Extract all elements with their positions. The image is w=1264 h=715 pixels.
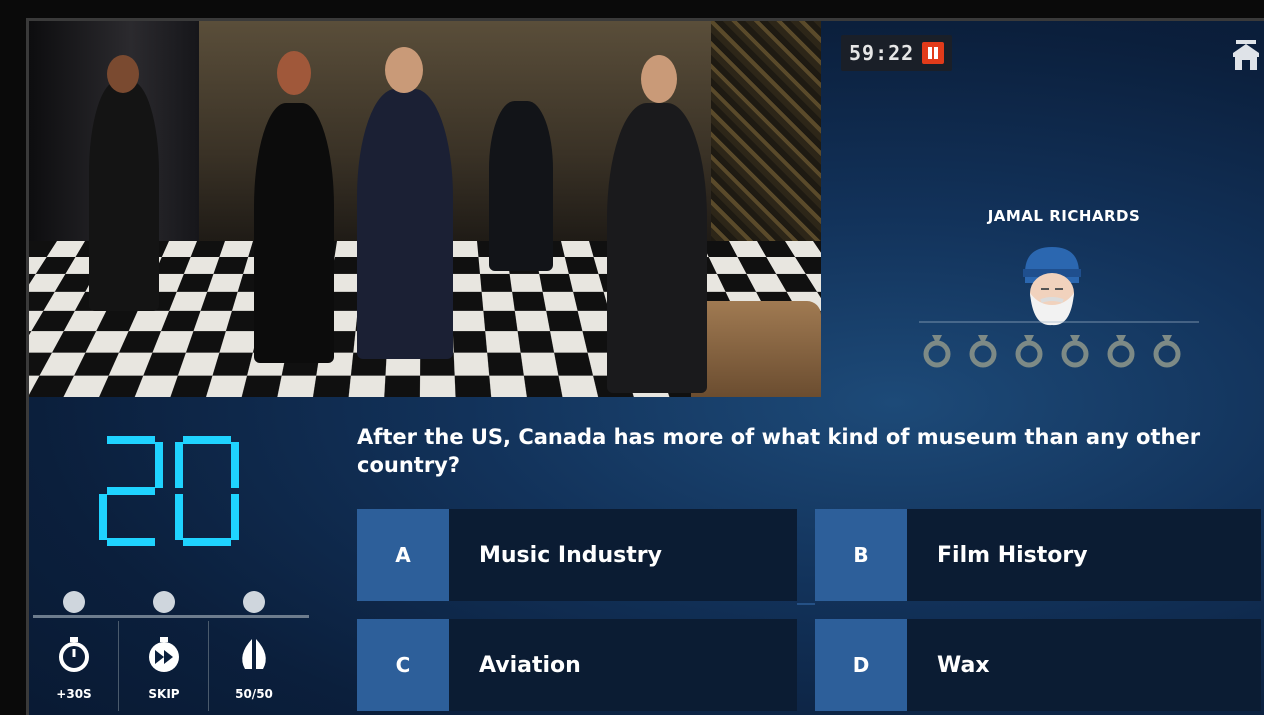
- fast-forward-icon: [149, 637, 179, 672]
- lifeline-skip-button[interactable]: SKIP: [119, 591, 209, 715]
- photo-sofa: [691, 301, 821, 397]
- pause-button[interactable]: [922, 42, 945, 64]
- photo-figure: [489, 101, 553, 271]
- ring-icon: [1015, 335, 1043, 368]
- lifeline-indicator: [153, 591, 175, 613]
- answer-text: Film History: [907, 509, 1261, 601]
- photo-figure-head: [641, 55, 677, 103]
- stopwatch-icon: [59, 637, 89, 672]
- photo-figure: [89, 81, 159, 311]
- question-text: After the US, Canada has more of what ki…: [357, 425, 1201, 477]
- photo-figure: [357, 89, 453, 359]
- photo-figure-head: [385, 47, 423, 93]
- game-clock: 59:22: [841, 35, 953, 71]
- ring-icon: [969, 335, 997, 368]
- bearded-man-avatar-icon: [1023, 247, 1081, 326]
- answer-letter: C: [357, 619, 449, 711]
- answer-c-button[interactable]: C Aviation: [357, 619, 797, 711]
- answer-d-button[interactable]: D Wax: [815, 619, 1261, 711]
- home-icon[interactable]: [1231, 39, 1261, 71]
- countdown-digit: [99, 436, 163, 546]
- split-halves-icon: [242, 639, 266, 669]
- photo-figure-head: [277, 51, 311, 95]
- answer-letter: D: [815, 619, 907, 711]
- countdown-digit: [175, 436, 239, 546]
- game-frame: 59:22 JAMAL RICHARDS +30S SKIP 50/50 Aft…: [0, 0, 1264, 715]
- answer-text: Aviation: [449, 619, 797, 711]
- answer-a-button[interactable]: A Music Industry: [357, 509, 797, 601]
- photo-figure-head: [107, 55, 139, 93]
- ring-icon: [1107, 335, 1135, 368]
- question-photo: [29, 21, 821, 397]
- lifelines-panel: +30S SKIP 50/50: [29, 591, 309, 715]
- answer-letter: B: [815, 509, 907, 601]
- answer-letter: A: [357, 509, 449, 601]
- lifeline-label: +30S: [56, 687, 92, 701]
- game-clock-time: 59:22: [849, 41, 915, 65]
- lives-row: [919, 333, 1199, 369]
- ring-icon: [1061, 335, 1089, 368]
- lifeline-indicator: [63, 591, 85, 613]
- lives-divider: [919, 321, 1199, 323]
- answer-text: Music Industry: [449, 509, 797, 601]
- answer-text: Wax: [907, 619, 1261, 711]
- player-name: JAMAL RICHARDS: [987, 207, 1141, 225]
- ring-icon: [923, 335, 951, 368]
- photo-figure: [254, 103, 334, 363]
- ring-icon: [1153, 335, 1181, 368]
- lifeline-fifty-fifty-button[interactable]: 50/50: [209, 591, 299, 715]
- answer-b-button[interactable]: B Film History: [815, 509, 1261, 601]
- question-countdown: 20: [89, 436, 249, 556]
- lifeline-indicator: [243, 591, 265, 613]
- lifeline-label: 50/50: [235, 687, 273, 701]
- answer-connector: [797, 603, 815, 605]
- lifeline-add-time-button[interactable]: +30S: [29, 591, 119, 715]
- photo-figure: [607, 103, 707, 393]
- game-screen: 59:22 JAMAL RICHARDS +30S SKIP 50/50 Aft…: [26, 18, 1264, 715]
- lifeline-label: SKIP: [148, 687, 180, 701]
